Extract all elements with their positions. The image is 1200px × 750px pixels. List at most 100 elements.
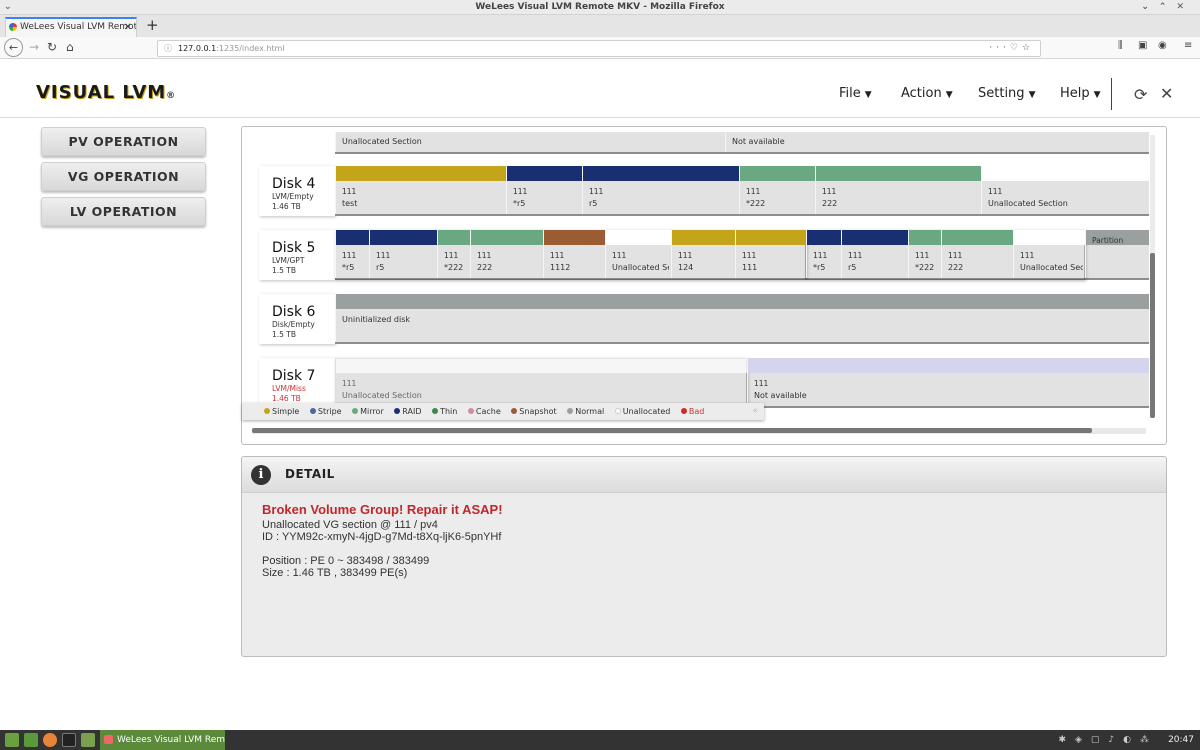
segment-vg: 111 <box>550 251 565 260</box>
forward-button[interactable]: → <box>29 40 39 54</box>
disk-segments: 111 *r5 111 r5 111 *222 111 222 111 1112 111 U… <box>335 230 1149 280</box>
horizontal-scrollbar[interactable] <box>252 428 1146 434</box>
segment[interactable]: 111 *222 <box>739 166 815 214</box>
segment[interactable]: 111 Unallocated Section <box>605 230 671 278</box>
menu-file[interactable]: File ▼ <box>839 86 872 101</box>
extension-icon[interactable]: ◉ <box>1158 40 1167 51</box>
disk-row-5[interactable]: Disk 5 LVM/GPT 1.5 TB 111 *r5 111 r5 111 *2… <box>259 230 1149 280</box>
legend-label: Thin <box>440 407 458 416</box>
disk-label[interactable]: Disk 7 LVM/Miss 1.46 TB <box>259 358 335 408</box>
segment-bar <box>544 230 605 245</box>
disk-row-7[interactable]: Disk 7 LVM/Miss 1.46 TB 111 Unallocated S… <box>259 358 1149 408</box>
pv-operation-button[interactable]: PV OPERATION <box>41 127 206 156</box>
taskbar-window-button[interactable]: WeLees Visual LVM Remot... <box>100 730 225 750</box>
terminal-launcher-icon[interactable] <box>62 733 76 747</box>
home-button[interactable]: ⌂ <box>66 40 74 54</box>
segment[interactable]: 111 test <box>335 166 506 214</box>
scrollbar-thumb[interactable] <box>1150 253 1155 418</box>
info-icon[interactable]: ⓘ <box>164 41 172 56</box>
window-controls[interactable]: ⌄⌃✕ <box>1141 0 1194 15</box>
segment-bar <box>807 230 841 245</box>
segment[interactable]: 111 Unallocated Section <box>1013 230 1085 278</box>
segment-bar <box>816 166 981 181</box>
detail-line: Position : PE 0 ~ 383498 / 383499 <box>262 555 430 567</box>
disk-row-4[interactable]: Disk 4 LVM/Empty 1.46 TB 111 test 111 *r5 … <box>259 166 1149 216</box>
legend-swatch <box>467 408 474 414</box>
new-tab-button[interactable]: + <box>146 16 159 34</box>
segment[interactable]: 111 124 <box>671 230 735 278</box>
segment[interactable]: 111 r5 <box>841 230 908 278</box>
hamburger-menu-icon[interactable]: ≡ <box>1184 40 1192 51</box>
segment-label: *222 <box>444 263 464 272</box>
lv-operation-button[interactable]: LV OPERATION <box>41 197 206 226</box>
app-logo: VISUAL LVM® <box>36 82 176 103</box>
browser-tab[interactable]: WeLees Visual LVM Remote ✕ <box>5 17 137 37</box>
disk-label[interactable]: Disk 6 Disk/Empty 1.5 TB <box>259 294 335 344</box>
disk-type: LVM/GPT <box>272 256 305 265</box>
segment-bar <box>336 166 506 181</box>
legend-item: Cache <box>467 403 501 420</box>
disk-name: Disk 4 <box>272 176 316 192</box>
segment-bar <box>438 230 470 245</box>
window-menu-icon[interactable]: ⌄ <box>4 0 12 15</box>
segment[interactable]: 111 Unallocated Section <box>981 166 1149 214</box>
scrollbar-thumb[interactable] <box>252 428 1092 433</box>
legend-label: Normal <box>575 407 605 416</box>
disk-row-6[interactable]: Disk 6 Disk/Empty 1.5 TB Uninitialized d… <box>259 294 1149 344</box>
segment-bar <box>842 230 908 245</box>
legend: Simple Stripe Mirror RAID Thin Cache Sna… <box>242 403 764 420</box>
menu-setting[interactable]: Setting ▼ <box>978 86 1035 101</box>
segment-vg: 111 <box>678 251 693 260</box>
menu-help[interactable]: Help ▼ <box>1060 86 1101 101</box>
segment[interactable]: 111 111 <box>735 230 806 278</box>
close-icon[interactable]: ✕ <box>1160 84 1173 103</box>
segment[interactable]: 111 *222 <box>437 230 470 278</box>
disk-label[interactable]: Disk 5 LVM/GPT 1.5 TB <box>259 230 335 280</box>
header-divider <box>0 117 1200 118</box>
segment[interactable]: 111 Not available <box>747 358 1149 406</box>
url-bar[interactable]: ⓘ 127.0.0.1:1235/index.html ···♡☆ <box>157 40 1041 57</box>
segment[interactable]: 111 Unallocated Section <box>335 358 747 406</box>
segment[interactable]: 111 *222 <box>908 230 941 278</box>
window-titlebar: ⌄ WeLees Visual LVM Remote MKV - Mozilla… <box>0 0 1200 15</box>
segment[interactable]: 111 222 <box>941 230 1013 278</box>
segment-bar <box>336 358 747 373</box>
sidebar-toggle-icon[interactable]: ▣ <box>1138 40 1147 51</box>
show-desktop-icon[interactable] <box>24 733 38 747</box>
segment-bar <box>583 166 739 181</box>
segment-bar <box>942 230 1013 245</box>
legend-swatch <box>511 408 518 414</box>
legend-collapse-icon[interactable]: « <box>752 403 758 420</box>
segment[interactable]: Partition <box>1085 230 1149 278</box>
reload-button[interactable]: ↻ <box>47 40 57 54</box>
firefox-launcher-icon[interactable] <box>43 733 57 747</box>
start-menu-icon[interactable] <box>5 733 19 747</box>
system-tray[interactable]: ✱◈▢♪◐⁂ <box>1058 730 1158 750</box>
library-icon[interactable]: ⫼ <box>1118 40 1123 51</box>
segment[interactable]: Uninitialized disk <box>335 294 1149 342</box>
vg-operation-button[interactable]: VG OPERATION <box>41 162 206 191</box>
segment[interactable]: 111 1112 <box>543 230 605 278</box>
refresh-icon[interactable]: ⟳ <box>1134 85 1147 104</box>
page-actions-icon[interactable]: ···♡☆ <box>989 41 1034 56</box>
segment[interactable]: 111 r5 <box>369 230 437 278</box>
detail-warning: Broken Volume Group! Repair it ASAP! <box>262 502 503 517</box>
vertical-scrollbar[interactable] <box>1150 135 1155 418</box>
disk-label[interactable]: Disk 4 LVM/Empty 1.46 TB <box>259 166 335 216</box>
segment-vg: 111 <box>754 379 769 388</box>
segment-label: Unallocated Section <box>1020 263 1083 272</box>
back-button[interactable]: ← <box>4 38 23 57</box>
segment[interactable]: 111 *r5 <box>506 166 582 214</box>
segment[interactable]: 111 222 <box>470 230 543 278</box>
menu-action[interactable]: Action ▼ <box>901 86 953 101</box>
disk-size: 1.5 TB <box>272 266 297 275</box>
tab-close-icon[interactable]: ✕ <box>124 19 132 36</box>
files-launcher-icon[interactable] <box>81 733 95 747</box>
segment[interactable]: 111 *r5 <box>335 230 369 278</box>
legend-swatch <box>432 408 439 414</box>
segment[interactable]: 111 222 <box>815 166 981 214</box>
segment[interactable]: 111 r5 <box>582 166 739 214</box>
menu-file-label: File <box>839 86 861 101</box>
segment[interactable]: 111 *r5 <box>806 230 841 278</box>
tab-label: WeLees Visual LVM Remote <box>20 22 137 32</box>
